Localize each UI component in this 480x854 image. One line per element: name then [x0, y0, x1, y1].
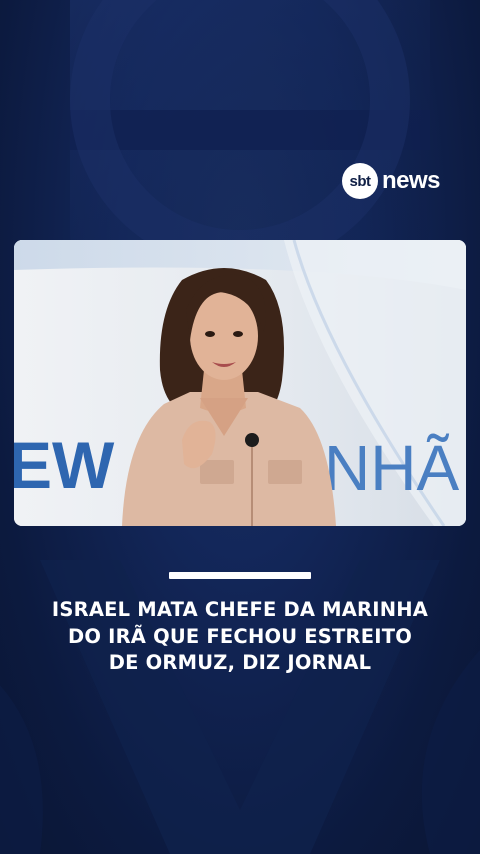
headline-line-2: DO IRÃ QUE FECHOU ESTREITO — [67, 624, 413, 648]
video-frame[interactable]: EW NHÃ — [14, 240, 466, 526]
headline-line-1: ISRAEL MATA CHEFE DA MARINHA — [51, 598, 429, 621]
studio-scene: EW NHÃ — [14, 240, 466, 526]
backdrop-text-right: NHÃ — [324, 432, 459, 504]
headline: ISRAEL MATA CHEFE DA MARINHA DO IRÃ QUE … — [20, 597, 460, 677]
sbt-news-logo: sbt news — [342, 162, 441, 200]
news-logo-text: news — [382, 167, 441, 194]
backdrop-text-left: EW — [14, 428, 115, 502]
headline-divider-bar — [169, 572, 311, 579]
headline-line-3: DE ORMUZ, DIZ JORNAL — [108, 651, 372, 674]
sbt-logo-mark: sbt — [342, 163, 378, 199]
post-frame: sbt news EW NHÃ ISRAEL MATA CHEFE DA MAR… — [0, 0, 480, 854]
